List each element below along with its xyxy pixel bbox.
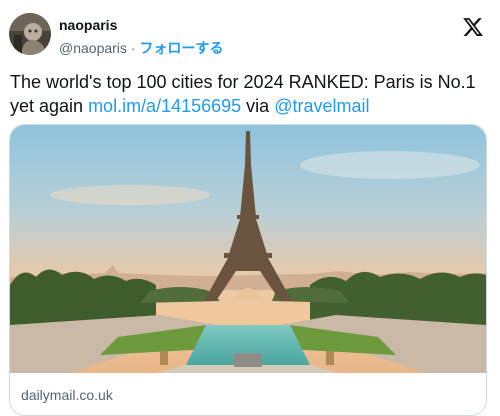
- avatar[interactable]: [9, 13, 51, 55]
- separator-dot: ·: [130, 40, 136, 56]
- author-meta-row: @naoparis · フォローする: [59, 38, 223, 58]
- follow-button[interactable]: フォローする: [139, 40, 223, 56]
- x-logo-icon[interactable]: [462, 16, 484, 38]
- author-display-name[interactable]: naoparis: [59, 17, 117, 33]
- tweet-via: via: [241, 96, 275, 116]
- eiffel-tower-photo: [10, 125, 486, 373]
- tweet-card: naoparis @naoparis · フォローする The world's …: [0, 0, 500, 416]
- link-domain[interactable]: dailymail.co.uk: [21, 387, 113, 403]
- mention-link[interactable]: @travelmail: [274, 96, 369, 116]
- avatar-image: [9, 13, 51, 55]
- tweet-text: The world's top 100 cities for 2024 RANK…: [10, 70, 490, 118]
- author-handle[interactable]: @naoparis: [59, 40, 127, 56]
- link-preview-card[interactable]: dailymail.co.uk: [9, 124, 487, 416]
- tweet-link[interactable]: mol.im/a/14156695: [88, 96, 241, 116]
